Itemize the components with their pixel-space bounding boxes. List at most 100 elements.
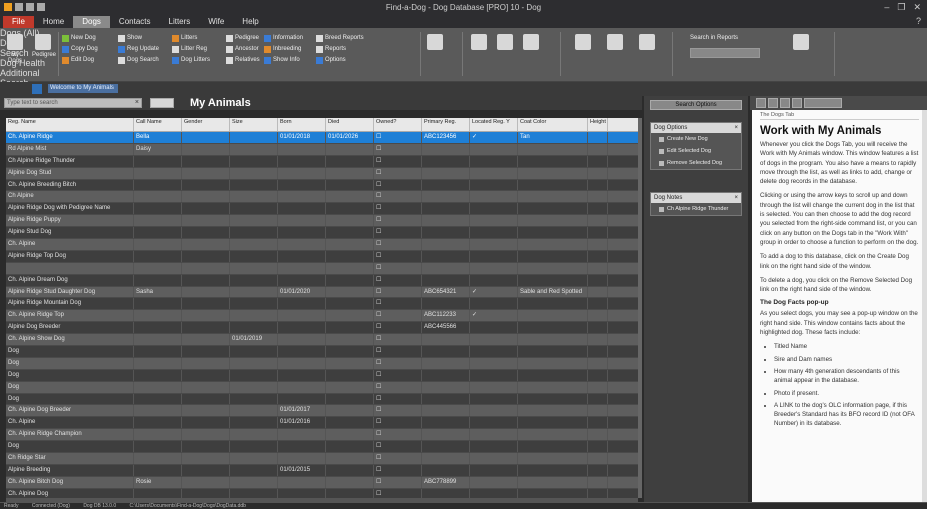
column-header[interactable]: Owned? — [374, 118, 422, 131]
table-row[interactable]: Ch Ridge Star ☐ — [6, 453, 638, 465]
search-options-button[interactable]: Search Options — [650, 100, 742, 110]
help-scrollbar[interactable] — [922, 110, 927, 502]
table-row[interactable]: Alpine Stud Dog ☐ — [6, 227, 638, 240]
column-header[interactable]: Died — [326, 118, 374, 131]
monitor-button[interactable] — [790, 34, 812, 52]
table-row[interactable]: Ch. Alpine Ridge Champion ☐ — [6, 429, 638, 442]
clear-search-icon[interactable]: × — [135, 99, 139, 107]
column-header[interactable]: Height — [588, 118, 608, 131]
my-dogs-button[interactable]: My Dogs — [4, 34, 26, 64]
close-icon[interactable]: × — [734, 193, 738, 203]
inbreeding-button[interactable]: Inbreeding — [264, 45, 301, 53]
health-button[interactable] — [468, 34, 490, 52]
tab-home[interactable]: Home — [34, 16, 73, 28]
table-row[interactable]: Ch. Alpine Show Dog 01/01/2019 ☐ — [6, 334, 638, 347]
home-button[interactable] — [780, 98, 790, 108]
tab-dogs[interactable]: Dogs — [73, 16, 110, 28]
ancestor-button[interactable]: Ancestor — [226, 45, 259, 53]
search-input[interactable]: Type text to search × — [4, 98, 142, 108]
help-icon[interactable]: ? — [916, 16, 921, 26]
reg-update-button[interactable]: Reg Update — [118, 45, 159, 53]
animals-grid[interactable]: Reg. Name Call Name Gender Size Born Died Owne… — [6, 118, 638, 498]
dna-button[interactable] — [520, 34, 542, 52]
table-row[interactable]: Dog ☐ — [6, 393, 638, 406]
close-button[interactable]: ✕ — [913, 2, 921, 13]
tab-help[interactable]: Help — [233, 16, 267, 28]
search-reports-input[interactable] — [690, 48, 760, 58]
information-button[interactable]: Information — [264, 34, 303, 42]
show-info-button[interactable]: Show Info — [264, 56, 300, 64]
table-row[interactable]: Alpine Ridge Mountain Dog ☐ — [6, 298, 638, 311]
table-row[interactable]: Alpine Ridge Dog with Pedigree Name ☐ — [6, 203, 638, 216]
table-row[interactable]: Dog ☐ — [6, 441, 638, 454]
print-button[interactable] — [792, 98, 802, 108]
calculation-button[interactable] — [494, 34, 516, 52]
table-row[interactable]: Dog ☐ — [6, 369, 638, 382]
table-row[interactable]: Ch. Alpine ☐ — [6, 239, 638, 251]
remove-dog-link[interactable]: Remove Selected Dog — [651, 157, 741, 169]
column-header[interactable]: Primary Reg. — [422, 118, 470, 131]
edit-dog-button[interactable]: Edit Dog — [62, 56, 94, 64]
home-icon[interactable] — [32, 84, 42, 94]
pedigree-small-button[interactable]: Pedigree — [226, 34, 259, 42]
table-row[interactable]: Ch. Alpine Ridge Top ☐ ABC112233 ✓ — [6, 310, 638, 323]
table-row[interactable]: Dog ☐ — [6, 346, 638, 358]
page-button-1[interactable] — [572, 34, 594, 52]
table-row[interactable]: Alpine Ridge Puppy ☐ — [6, 215, 638, 228]
close-icon[interactable]: × — [734, 123, 738, 133]
table-row[interactable]: Ch. Alpine Breeding Bitch ☐ — [6, 179, 638, 192]
copy-dog-button[interactable]: Copy Dog — [62, 45, 98, 53]
new-dog-button[interactable]: New Dog — [62, 34, 96, 42]
relatives-button[interactable]: Relatives — [226, 56, 260, 64]
table-row[interactable]: Ch. Alpine Ridge Bella 01/01/2018 01/01/202… — [6, 132, 638, 144]
table-row[interactable]: Alpine Ridge Stud Daughter Dog Sasha 01/01… — [6, 286, 638, 299]
tab-file[interactable]: File — [3, 16, 34, 28]
column-header[interactable]: Size — [230, 118, 278, 131]
table-row[interactable]: Alpine Dog Stud ☐ — [6, 167, 638, 180]
table-row[interactable]: Ch. Alpine Bitch Dog Rosie ☐ ABC778899 — [6, 476, 638, 489]
dog-litters-button[interactable]: Dog Litters — [172, 56, 210, 64]
breed-reports-button[interactable]: Breed Reports — [316, 34, 364, 42]
dog-notes-item[interactable]: Ch Alpine Ridge Thunder — [651, 203, 741, 215]
back-button[interactable] — [756, 98, 766, 108]
minimize-button[interactable]: – — [884, 2, 889, 13]
litter-reg-button[interactable]: Litter Reg — [172, 45, 207, 53]
dog-search-button[interactable]: Dog Search — [118, 56, 159, 64]
page-button-3[interactable] — [636, 34, 658, 52]
table-row[interactable]: Alpine Breeding 01/01/2015 ☐ — [6, 464, 638, 477]
show-button[interactable]: Show — [118, 34, 142, 42]
options-button[interactable]: Options — [316, 56, 346, 64]
table-row[interactable]: Ch. Alpine Dream Dog ☐ — [6, 274, 638, 287]
search-go-button[interactable] — [150, 98, 174, 108]
welcome-link[interactable]: Welcome to My Animals — [48, 84, 118, 93]
table-row[interactable]: Ch Alpine Ridge Thunder ☐ — [6, 155, 638, 168]
create-dog-link[interactable]: Create New Dog — [651, 133, 741, 145]
table-row[interactable]: Ch. Alpine 01/01/2016 ☐ — [6, 417, 638, 430]
grid-vertical-scrollbar[interactable] — [638, 118, 642, 498]
table-row[interactable]: Alpine Ridge Top Dog ☐ — [6, 250, 638, 263]
forward-button[interactable] — [768, 98, 778, 108]
reports-button[interactable]: Reports — [316, 45, 346, 53]
table-row[interactable]: Ch. Alpine Dog Breeder 01/01/2017 ☐ — [6, 405, 638, 418]
litters-button[interactable]: Litters — [172, 34, 197, 42]
tab-wife[interactable]: Wife — [199, 16, 233, 28]
dog-search-big-button[interactable] — [424, 34, 446, 52]
column-header[interactable]: Call Name — [134, 118, 182, 131]
help-topic-select[interactable] — [804, 98, 842, 108]
column-header[interactable]: Located Reg. Y — [470, 118, 518, 131]
table-row[interactable]: Rd Alpine Mist Daisy ☐ — [6, 143, 638, 156]
pedigree-button[interactable]: Pedigree — [32, 34, 56, 58]
page-button-2[interactable] — [604, 34, 626, 52]
table-row[interactable]: ☐ — [6, 262, 638, 275]
table-row[interactable]: Ch. Alpine Dog ☐ — [6, 488, 638, 498]
tab-contacts[interactable]: Contacts — [110, 16, 160, 28]
column-header[interactable]: Coat Color — [518, 118, 588, 131]
edit-dog-link[interactable]: Edit Selected Dog — [651, 145, 741, 157]
column-header[interactable]: Reg. Name — [6, 118, 134, 131]
table-row[interactable]: Alpine Dog Breeder ☐ ABC445566 — [6, 322, 638, 335]
column-header[interactable]: Born — [278, 118, 326, 131]
table-row[interactable]: Dog ☐ — [6, 381, 638, 394]
table-row[interactable]: Ch Alpine ☐ — [6, 191, 638, 204]
tab-litters[interactable]: Litters — [160, 16, 200, 28]
column-header[interactable]: Gender — [182, 118, 230, 131]
